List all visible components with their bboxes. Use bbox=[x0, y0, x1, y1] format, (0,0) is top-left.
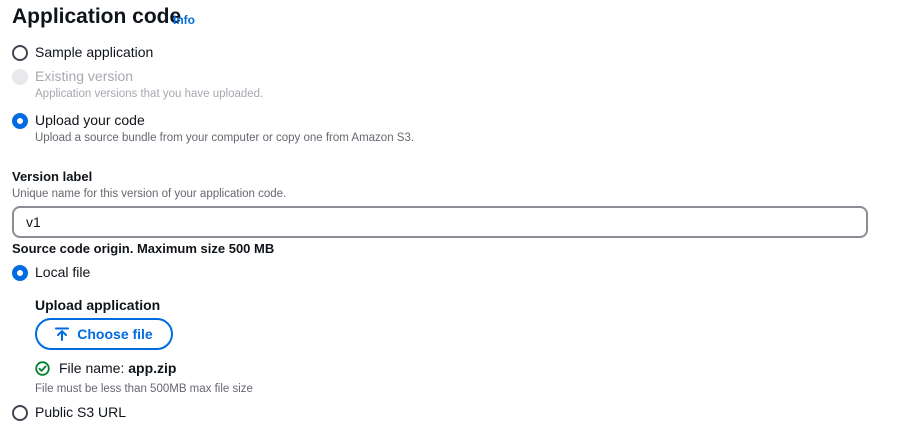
file-name-value: app.zip bbox=[128, 360, 177, 376]
upload-your-code-label[interactable]: Upload your code bbox=[35, 112, 145, 128]
local-file-label[interactable]: Local file bbox=[35, 264, 90, 280]
local-file-radio[interactable] bbox=[12, 265, 28, 281]
choose-file-button[interactable]: Choose file bbox=[35, 318, 173, 350]
source-origin-heading: Source code origin. Maximum size 500 MB bbox=[12, 241, 275, 256]
version-label-heading: Version label bbox=[12, 169, 93, 184]
upload-your-code-radio[interactable] bbox=[12, 113, 28, 129]
choose-file-label: Choose file bbox=[77, 326, 153, 342]
sample-application-radio[interactable] bbox=[12, 45, 28, 61]
upload-arrow-icon bbox=[55, 327, 70, 341]
version-label-input[interactable]: v1 bbox=[12, 206, 868, 238]
existing-version-label: Existing version bbox=[35, 68, 134, 84]
public-s3-url-label[interactable]: Public S3 URL bbox=[35, 404, 126, 420]
upload-application-heading: Upload application bbox=[35, 297, 161, 313]
existing-version-description: Application versions that you have uploa… bbox=[35, 88, 264, 100]
success-check-icon bbox=[35, 361, 50, 376]
file-size-constraint: File must be less than 500MB max file si… bbox=[35, 383, 253, 395]
version-label-hint: Unique name for this version of your app… bbox=[12, 188, 287, 200]
info-link[interactable]: Info bbox=[173, 13, 195, 27]
upload-your-code-description: Upload a source bundle from your compute… bbox=[35, 132, 415, 144]
file-name-text: File name: app.zip bbox=[59, 360, 176, 376]
existing-version-radio bbox=[12, 69, 28, 85]
section-title: Application code bbox=[12, 5, 182, 28]
public-s3-url-radio[interactable] bbox=[12, 405, 28, 421]
file-name-prefix: File name: bbox=[59, 360, 125, 376]
sample-application-label[interactable]: Sample application bbox=[35, 44, 153, 60]
